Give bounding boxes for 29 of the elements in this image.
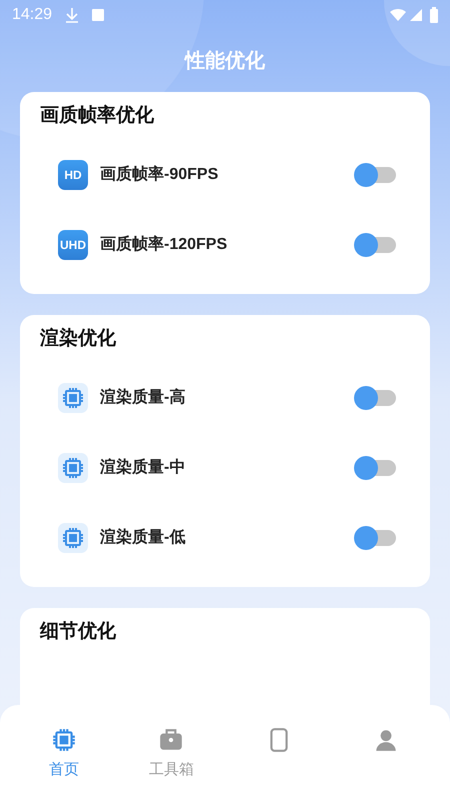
chip-icon <box>61 526 85 550</box>
wifi-icon <box>390 7 406 23</box>
toggle-switch[interactable] <box>354 163 398 187</box>
toggle-switch[interactable] <box>354 233 398 257</box>
page-title: 性能优化 <box>185 49 265 74</box>
signal-icon <box>410 9 422 21</box>
option-label: 渲染质量-低 <box>100 527 186 548</box>
option-label: 渲染质量-中 <box>100 457 186 478</box>
nav-tab[interactable]: 首页 <box>10 727 118 787</box>
option-label: 画质帧率-120FPS <box>100 234 228 255</box>
toolbox-icon <box>158 727 184 753</box>
battery-icon <box>430 7 438 23</box>
chip-icon <box>50 727 77 753</box>
chip-icon <box>61 456 85 480</box>
toggle-switch[interactable] <box>354 386 398 410</box>
status-time: 14:29 <box>12 5 52 25</box>
toggle-switch[interactable] <box>354 456 398 480</box>
notification-icon <box>92 9 104 21</box>
section-title: 渲染优化 <box>40 326 117 351</box>
nav-tab[interactable]: 工具箱 <box>118 727 225 787</box>
section-title: 细节优化 <box>40 620 117 644</box>
chip-icon <box>61 386 85 410</box>
download-icon <box>64 7 80 23</box>
toggle-switch[interactable] <box>354 526 398 550</box>
resolution-icon: HD <box>58 160 88 190</box>
option-label: 渲染质量-高 <box>100 387 186 408</box>
option-label: 画质帧率-90FPS <box>100 164 220 185</box>
section-title: 画质帧率优化 <box>40 104 155 128</box>
resolution-icon: UHD <box>58 230 88 260</box>
